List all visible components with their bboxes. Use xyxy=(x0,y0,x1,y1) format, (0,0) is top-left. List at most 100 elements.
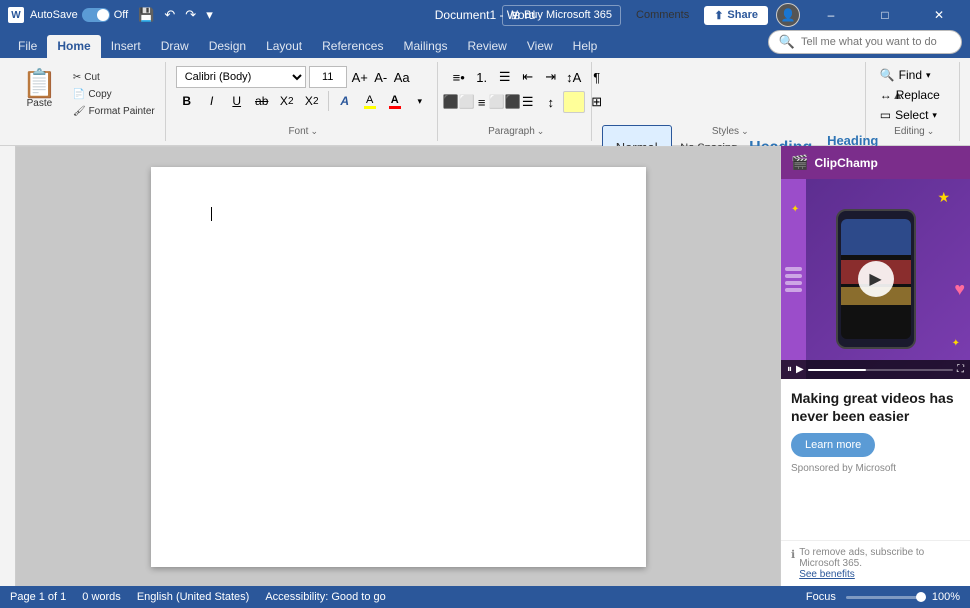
language-info[interactable]: English (United States) xyxy=(137,591,250,603)
strikethrough-button[interactable]: ab xyxy=(251,90,273,112)
tab-review[interactable]: Review xyxy=(458,35,517,58)
undo-button[interactable]: ↶ xyxy=(160,5,179,25)
close-button[interactable]: ✕ xyxy=(916,0,962,30)
heart-decoration: ♥ xyxy=(954,279,965,300)
tab-design[interactable]: Design xyxy=(199,35,256,58)
find-button[interactable]: 🔍 Find ▾ xyxy=(876,66,944,84)
tab-file[interactable]: File xyxy=(8,35,47,58)
zoom-thumb xyxy=(916,592,926,602)
paste-icon: 📋 xyxy=(22,70,57,98)
customize-button[interactable]: ▾ xyxy=(202,5,217,25)
autosave-state: Off xyxy=(114,9,128,21)
tab-help[interactable]: Help xyxy=(563,35,608,58)
video-fullscreen-button[interactable]: ⛶ xyxy=(957,364,964,375)
tell-me-input[interactable] xyxy=(801,36,951,48)
format-painter-button[interactable]: 🖌 Format Painter xyxy=(69,104,159,119)
font-size-input[interactable] xyxy=(309,66,347,88)
clear-formatting-button[interactable]: Aa xyxy=(392,67,412,87)
align-left-button[interactable]: ⬛⬜ xyxy=(448,91,470,113)
maximize-button[interactable]: □ xyxy=(862,0,908,30)
minimize-button[interactable]: – xyxy=(808,0,854,30)
tab-home[interactable]: Home xyxy=(47,35,100,58)
editing-dialog-icon[interactable]: ⌄ xyxy=(927,126,935,137)
font-name-dropdown[interactable]: Calibri (Body) xyxy=(176,66,306,88)
deco-bar-1 xyxy=(785,267,802,271)
redo-button[interactable]: ↷ xyxy=(181,5,200,25)
font-dialog-icon[interactable]: ⌄ xyxy=(310,126,318,137)
paste-label: Paste xyxy=(27,98,53,109)
select-dropdown[interactable]: ▾ xyxy=(932,110,937,121)
vertical-ruler xyxy=(0,146,16,586)
editing-group-label: Editing xyxy=(894,126,925,137)
sort-button[interactable]: ↕A xyxy=(563,66,585,88)
document-area[interactable] xyxy=(16,146,780,586)
font-color-button[interactable]: A xyxy=(384,90,406,112)
underline-button[interactable]: U xyxy=(226,90,248,112)
copy-button[interactable]: 📄 Copy xyxy=(69,87,159,102)
document-page[interactable] xyxy=(151,167,646,567)
italic-button[interactable]: I xyxy=(201,90,223,112)
horizontal-ruler xyxy=(16,146,780,147)
justify-button[interactable]: ☰ xyxy=(517,91,539,113)
decrease-indent-button[interactable]: ⇤ xyxy=(517,66,539,88)
tab-view[interactable]: View xyxy=(517,35,563,58)
tab-insert[interactable]: Insert xyxy=(101,35,151,58)
decrease-font-button[interactable]: A- xyxy=(371,67,391,87)
bullets-button[interactable]: ≡• xyxy=(448,66,470,88)
styles-group-label: Styles xyxy=(712,126,739,137)
video-bar-1 xyxy=(841,219,911,255)
focus-button[interactable]: Focus xyxy=(806,591,836,603)
video-progress[interactable] xyxy=(808,369,953,371)
page-info: Page 1 of 1 xyxy=(10,591,66,603)
remove-ads-area: ℹ To remove ads, subscribe to Microsoft … xyxy=(781,540,970,586)
main-area: 🎬 ClipChamp ▶ ★ ✦ ✦ ♥ xyxy=(0,146,970,586)
star-decoration-1: ★ xyxy=(937,189,950,206)
highlight-button[interactable]: A xyxy=(359,90,381,112)
numbering-button[interactable]: 1. xyxy=(471,66,493,88)
play-button[interactable]: ▶ xyxy=(858,261,894,297)
cut-button[interactable]: ✂ Cut xyxy=(69,70,159,85)
tell-me-box[interactable]: 🔍 xyxy=(768,30,962,54)
bold-button[interactable]: B xyxy=(176,90,198,112)
share-button[interactable]: ⬆ Share xyxy=(704,6,768,25)
font-color-dropdown[interactable]: ▾ xyxy=(409,90,431,112)
star-decoration-3: ✦ xyxy=(952,338,960,349)
learn-more-button[interactable]: Learn more xyxy=(791,433,875,457)
tab-references[interactable]: References xyxy=(312,35,393,58)
shading-button[interactable] xyxy=(563,91,585,113)
user-avatar[interactable]: 👤 xyxy=(776,3,800,27)
autosave-toggle[interactable] xyxy=(82,8,110,22)
styles-dialog-icon[interactable]: ⌄ xyxy=(741,126,749,137)
zoom-control: 100% xyxy=(846,591,960,603)
separator xyxy=(328,91,329,111)
find-dropdown[interactable]: ▾ xyxy=(926,70,931,81)
tab-layout[interactable]: Layout xyxy=(256,35,312,58)
para-dialog-icon[interactable]: ⌄ xyxy=(537,126,545,137)
superscript-button[interactable]: X2 xyxy=(301,90,323,112)
video-play-button[interactable]: ▶ xyxy=(796,364,804,375)
save-button[interactable]: 💾 xyxy=(134,5,158,25)
line-spacing-button[interactable]: ↕ xyxy=(540,91,562,113)
paste-button[interactable]: 📋 Paste xyxy=(14,66,65,113)
editing-group: 🔍 Find ▾ ↔ Replace ▭ Select ▾ Editing ⌄ xyxy=(870,62,960,141)
replace-button[interactable]: ↔ Replace xyxy=(876,86,944,104)
zoom-slider[interactable] xyxy=(846,596,926,599)
tab-draw[interactable]: Draw xyxy=(151,35,199,58)
subscript-button[interactable]: X2 xyxy=(276,90,298,112)
text-effects-button[interactable]: A xyxy=(334,90,356,112)
tab-mailings[interactable]: Mailings xyxy=(393,35,457,58)
see-benefits-link[interactable]: See benefits xyxy=(799,569,855,580)
video-pause-button[interactable]: ⏸ xyxy=(787,364,792,375)
select-icon: ▭ xyxy=(880,108,891,122)
deco-bar-2 xyxy=(785,274,802,278)
increase-font-button[interactable]: A+ xyxy=(350,67,370,87)
increase-indent-button[interactable]: ⇥ xyxy=(540,66,562,88)
multilevel-list-button[interactable]: ☰ xyxy=(494,66,516,88)
zoom-level[interactable]: 100% xyxy=(932,591,960,603)
align-right-button[interactable]: ⬜⬛ xyxy=(494,91,516,113)
find-icon: 🔍 xyxy=(880,68,895,82)
comments-button[interactable]: Comments xyxy=(629,6,696,24)
video-progress-fill xyxy=(808,369,866,371)
deco-bar-3 xyxy=(785,281,802,285)
font-format-row: B I U ab X2 X2 A A A xyxy=(176,90,431,112)
